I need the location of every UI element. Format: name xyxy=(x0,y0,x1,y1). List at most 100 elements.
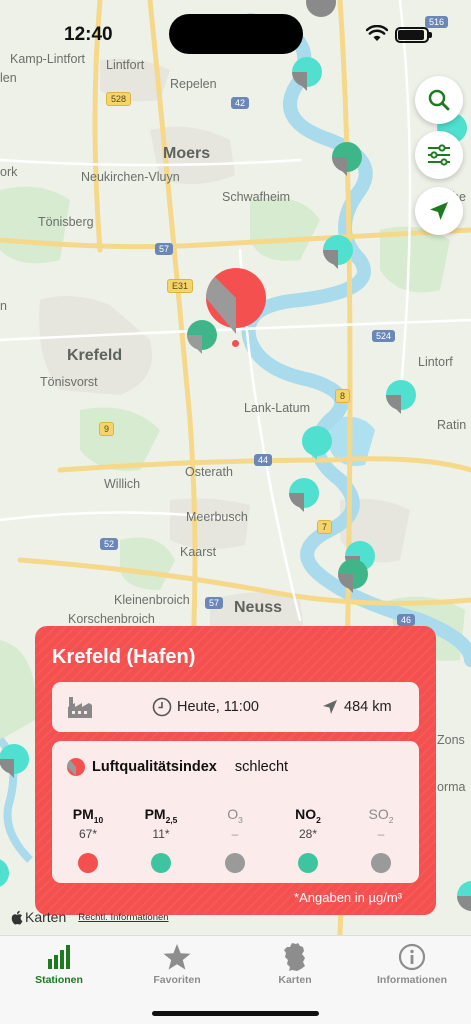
map-label: len xyxy=(0,71,17,85)
map-label: Lintfort xyxy=(106,58,145,72)
map-label: Meerbusch xyxy=(186,510,248,524)
pollutant-status-dot xyxy=(151,852,171,873)
pollutant-status-dot xyxy=(78,852,98,873)
map-label: ork xyxy=(0,165,18,179)
pollutant-no2: NO2 28* xyxy=(278,806,338,873)
pollutant-subscript: 10 xyxy=(93,814,104,825)
station-marker[interactable] xyxy=(301,425,333,461)
map-attribution: Karten Rechtl. Informationen xyxy=(10,909,169,925)
road-shield: 52 xyxy=(100,538,119,550)
wifi-icon xyxy=(366,25,388,41)
road-shield: 9 xyxy=(99,422,115,436)
pollutant-so2: SO2 – xyxy=(351,806,411,873)
station-marker[interactable] xyxy=(331,141,363,177)
legal-link[interactable]: Rechtl. Informationen xyxy=(78,912,168,923)
station-marker[interactable] xyxy=(291,56,323,92)
station-marker[interactable] xyxy=(288,477,320,513)
station-card[interactable]: Krefeld (Hafen) Heute, 11:00 484 km Luft… xyxy=(35,626,436,915)
search-icon xyxy=(428,89,450,111)
map-label: n xyxy=(0,299,7,313)
map-label: Willich xyxy=(104,477,141,491)
pollutant-name: O xyxy=(227,806,239,822)
station-marker[interactable] xyxy=(322,234,354,270)
road-shield: E31 xyxy=(167,279,194,293)
pollutant-value: 67* xyxy=(78,826,98,841)
road-shield: 528 xyxy=(106,92,132,106)
tab-stationen[interactable]: Stationen xyxy=(0,942,118,986)
map-brand: Karten xyxy=(25,909,67,925)
road-shield: 42 xyxy=(231,97,250,109)
pollutant-name: NO xyxy=(295,806,317,822)
measurement-time: Heute, 11:00 xyxy=(177,699,259,715)
tab-label: Karten xyxy=(278,974,312,986)
map-label: Lank-Latum xyxy=(244,401,311,415)
search-button[interactable] xyxy=(415,76,463,124)
pollutant-status-dot xyxy=(298,852,318,873)
map-label: Tönisberg xyxy=(38,215,94,229)
pollutant-subscript: 2 xyxy=(316,814,321,825)
aqi-pie-icon xyxy=(66,758,85,776)
pollutant-pm10: PM10 67* xyxy=(58,806,118,873)
filter-button[interactable] xyxy=(415,131,463,179)
my-location-button[interactable] xyxy=(415,187,463,235)
air-quality-box: Luftqualitätsindex schlecht PM10 67* PM2… xyxy=(52,741,419,883)
tab-label: Stationen xyxy=(35,974,83,986)
station-marker[interactable] xyxy=(186,319,218,355)
pollutant-subscript: 2,5 xyxy=(165,814,178,825)
station-marker[interactable] xyxy=(385,379,417,415)
bar-chart-icon xyxy=(48,945,70,969)
map-label: Neukirchen-Vluyn xyxy=(81,170,180,184)
station-name: Krefeld (Hafen) xyxy=(52,646,196,668)
map-label: Lintorf xyxy=(418,355,453,369)
station-marker[interactable] xyxy=(456,880,471,916)
tab-favoriten[interactable]: Favoriten xyxy=(118,942,236,986)
aqi-label: Luftqualitätsindex xyxy=(92,759,217,775)
tab-karten[interactable]: Karten xyxy=(236,942,354,986)
star-icon xyxy=(163,944,191,970)
map-label: Korschenbroich xyxy=(68,612,155,626)
tab-label: Favoriten xyxy=(153,974,201,986)
road-shield: 44 xyxy=(254,454,273,466)
road-shield: 57 xyxy=(205,597,224,609)
road-shield: 57 xyxy=(155,243,174,255)
station-distance: 484 km xyxy=(344,699,392,715)
map-label: Tönisvorst xyxy=(40,375,98,389)
dynamic-island xyxy=(169,14,303,54)
aqi-value: schlecht xyxy=(234,759,289,775)
tab-informationen[interactable]: Informationen xyxy=(353,942,471,986)
map-label: Moers xyxy=(163,145,211,162)
tab-label: Informationen xyxy=(377,974,447,986)
pollutant-status-dot xyxy=(225,852,245,873)
status-bar: 12:40 xyxy=(0,0,471,58)
map-label: Neuss xyxy=(234,599,283,616)
station-marker[interactable] xyxy=(0,857,10,893)
pollutant-value: 11* xyxy=(152,826,170,841)
map-label: Kleinenbroich xyxy=(114,593,190,607)
pollutant-status-dot xyxy=(371,852,391,873)
factory-icon xyxy=(68,697,92,718)
germany-map-icon xyxy=(284,943,305,971)
pollutant-value: – xyxy=(231,826,239,841)
station-info-row: Heute, 11:00 484 km xyxy=(52,682,419,732)
road-shield: 46 xyxy=(397,614,416,626)
status-time: 12:40 xyxy=(64,24,113,45)
location-arrow-icon xyxy=(323,700,337,714)
map-label: Zons xyxy=(437,733,465,747)
units-note: *Angaben in µg/m³ xyxy=(294,890,402,905)
map-label: Ratin xyxy=(437,418,467,432)
station-marker[interactable] xyxy=(337,558,369,594)
pollutant-value: – xyxy=(377,826,385,841)
station-marker[interactable] xyxy=(0,743,30,779)
pollutant-pm25: PM2,5 11* xyxy=(131,806,191,873)
road-shield: 8 xyxy=(335,389,351,403)
pollutant-o3: O3 – xyxy=(205,806,265,873)
clock-icon xyxy=(152,697,172,717)
pollutant-name: SO xyxy=(368,806,389,822)
pollutant-subscript: 3 xyxy=(238,814,243,825)
pollutant-name: PM xyxy=(72,806,94,822)
map-label: Repelen xyxy=(170,77,217,91)
apple-logo-icon xyxy=(11,910,23,924)
location-arrow-icon xyxy=(430,202,448,220)
pollutant-value: 28* xyxy=(298,826,318,841)
map-label: Kaarst xyxy=(180,545,217,559)
